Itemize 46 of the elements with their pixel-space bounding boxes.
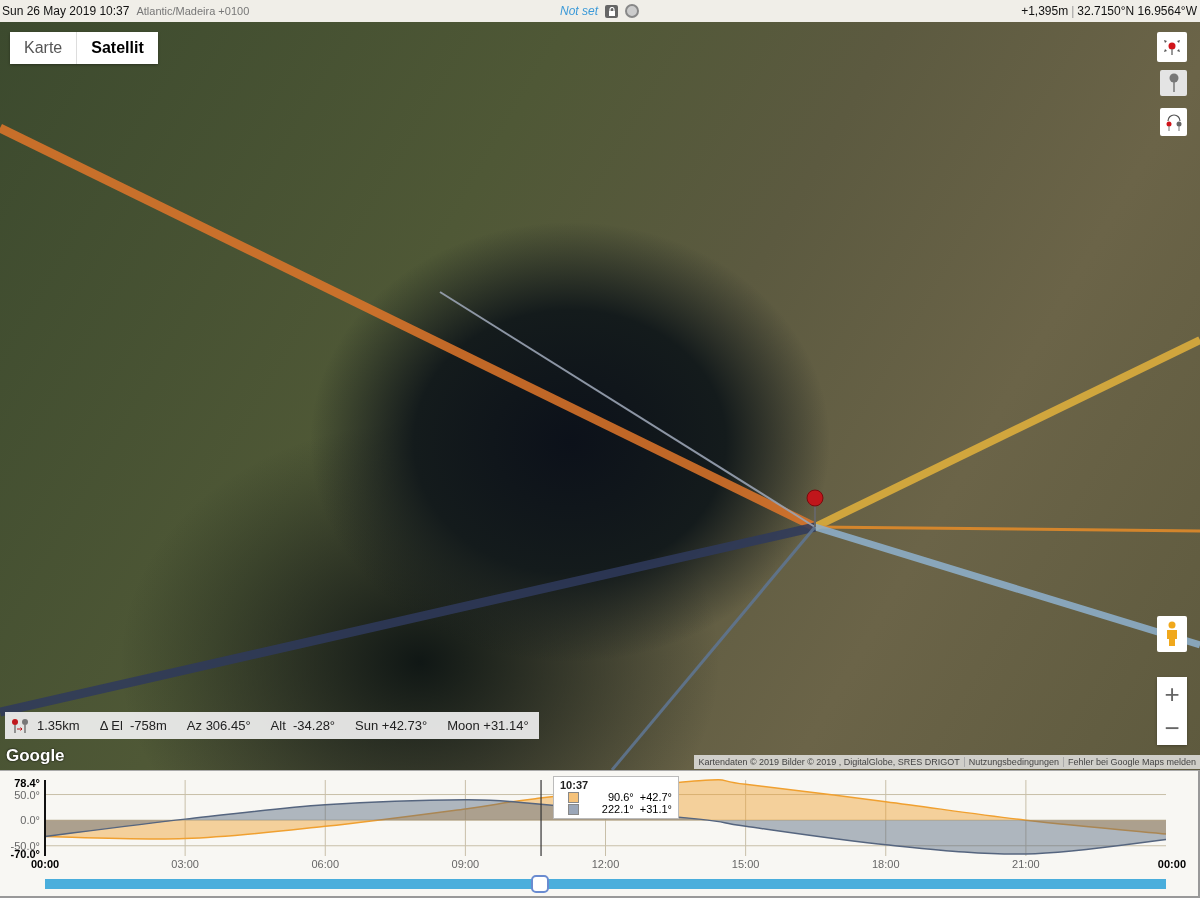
axis-tick-label: 21:00: [1012, 858, 1040, 870]
info-value: 1.35km: [37, 718, 80, 733]
zoom-out-button[interactable]: −: [1157, 711, 1187, 745]
axis-tick-label: 0.0°: [20, 814, 40, 827]
timezone: Atlantic/Madeira +0100: [136, 5, 250, 17]
tooltip-elevation: +31.1°: [639, 803, 672, 815]
slider-thumb[interactable]: [531, 875, 550, 893]
zoom-in-button[interactable]: +: [1157, 677, 1187, 711]
info-value: Alt -34.28°: [270, 718, 336, 733]
axis-tick-label: 18:00: [872, 858, 900, 870]
info-value: Moon +31.14°: [447, 718, 529, 733]
elevation: +1,395m: [1021, 4, 1069, 18]
pegman-icon[interactable]: [1157, 616, 1187, 652]
axis-tick-label: 06:00: [311, 858, 339, 870]
tooltip-azimuth: 90.6°: [606, 791, 634, 803]
map-type-tab[interactable]: Satellit: [76, 32, 158, 64]
time-slider[interactable]: [45, 875, 1166, 893]
tooltip-elevation: +42.7°: [639, 791, 672, 803]
info-value: Az 306.45°: [186, 718, 251, 733]
attribution-text: Kartendaten © 2019 Bilder © 2019 , DigitalGlobe, SRES DRIGOT: [697, 757, 961, 767]
coordinates: 32.7150°N 16.9564°W: [1077, 4, 1197, 18]
map-pin-icon: [806, 489, 824, 528]
axis-tick-label: 50.0°: [14, 788, 40, 801]
two-pins-icon[interactable]: [1160, 108, 1187, 136]
separator: |: [1071, 4, 1075, 18]
map-type-tab[interactable]: Karte: [10, 32, 77, 64]
pin-icon[interactable]: [1160, 70, 1187, 96]
axis-tick-label: 00:00: [31, 858, 60, 870]
attribution-link[interactable]: Fehler bei Google Maps melden: [1062, 757, 1200, 767]
map-logo: Google: [6, 746, 65, 766]
axis-tick-label: 09:00: [451, 858, 480, 870]
tooltip-time: 10:37: [560, 779, 590, 791]
attribution-link[interactable]: Nutzungsbedingungen: [963, 757, 1063, 767]
info-value: Sun +42.73°: [355, 718, 428, 733]
two-pins-icon: [11, 717, 29, 734]
axis-tick-label: 12:00: [591, 858, 620, 870]
info-value: Δ El -758m: [99, 718, 167, 733]
lock-icon[interactable]: [605, 4, 618, 18]
axis-tick-label: 03:00: [171, 858, 199, 870]
axis-tick-label: 00:00: [1157, 858, 1186, 870]
crosshair-pin-icon[interactable]: [1157, 32, 1187, 62]
axis-tick-label: 78.4°: [14, 777, 40, 789]
axis-tick-label: 15:00: [731, 858, 760, 870]
date-time: Sun 26 May 2019 10:37: [2, 4, 130, 18]
circle-icon[interactable]: [625, 4, 639, 18]
tooltip-azimuth: 222.1°: [600, 803, 634, 815]
